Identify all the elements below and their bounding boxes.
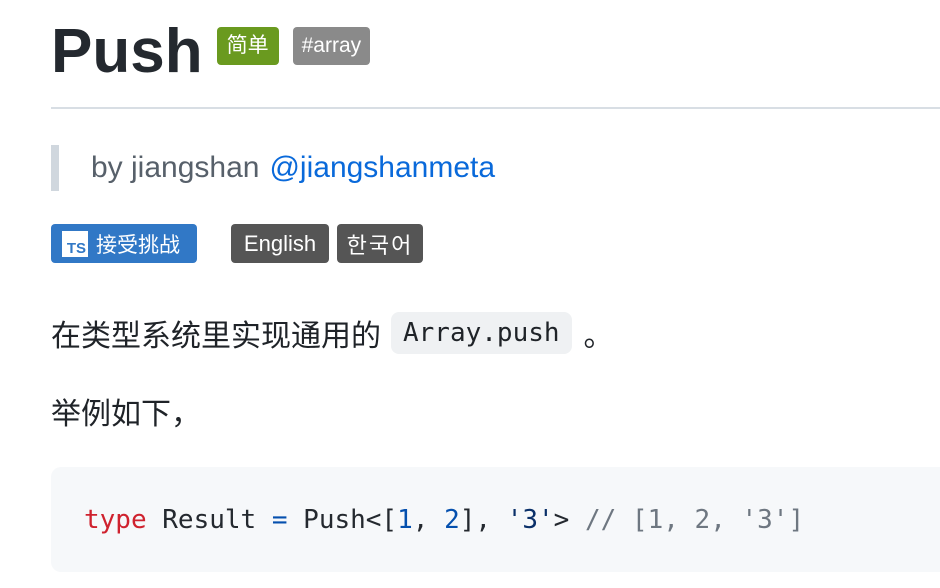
author-blockquote: by jiangshan @jiangshanmeta [51, 145, 495, 191]
title-row: Push 简单 #array [51, 12, 371, 92]
code-keyword: type [84, 504, 147, 535]
code-operator: = [271, 504, 288, 535]
code-string: '3' [506, 504, 554, 535]
description-period: 。 [583, 320, 614, 353]
take-challenge-button[interactable]: TS 接受挑战 [51, 224, 197, 263]
code-generic-open: Push<[ [287, 504, 398, 535]
description-text: 在类型系统里实现通用的 [51, 320, 381, 353]
description-paragraph: 在类型系统里实现通用的 Array.push 。 [51, 310, 614, 356]
code-identifier: Result [146, 504, 272, 535]
example-intro: 举例如下， [51, 398, 201, 431]
korean-button[interactable]: 한국어 [337, 224, 423, 263]
author-prefix: by jiangshan [91, 151, 260, 184]
english-button[interactable]: English [231, 224, 329, 263]
difficulty-badge[interactable]: 简单 [216, 27, 279, 65]
tag-badge[interactable]: #array [292, 27, 371, 65]
code-block: type Result = Push<[1, 2], '3' > // [1, 2… [51, 467, 940, 572]
code-number: 2 [444, 504, 460, 535]
code-number: 1 [397, 504, 413, 535]
take-challenge-label: 接受挑战 [96, 233, 180, 257]
code-bracket: ], [459, 504, 507, 535]
author-handle-link[interactable]: @jiangshanmeta [269, 151, 495, 185]
code-comma: , [412, 504, 445, 535]
inline-code: Array.push [391, 312, 572, 354]
typescript-icon: TS [62, 230, 88, 257]
title-divider [51, 107, 940, 109]
page-title: Push [51, 17, 203, 86]
code-generic-close: > [553, 504, 570, 535]
code-comment: // [1, 2, '3'] [569, 504, 805, 535]
